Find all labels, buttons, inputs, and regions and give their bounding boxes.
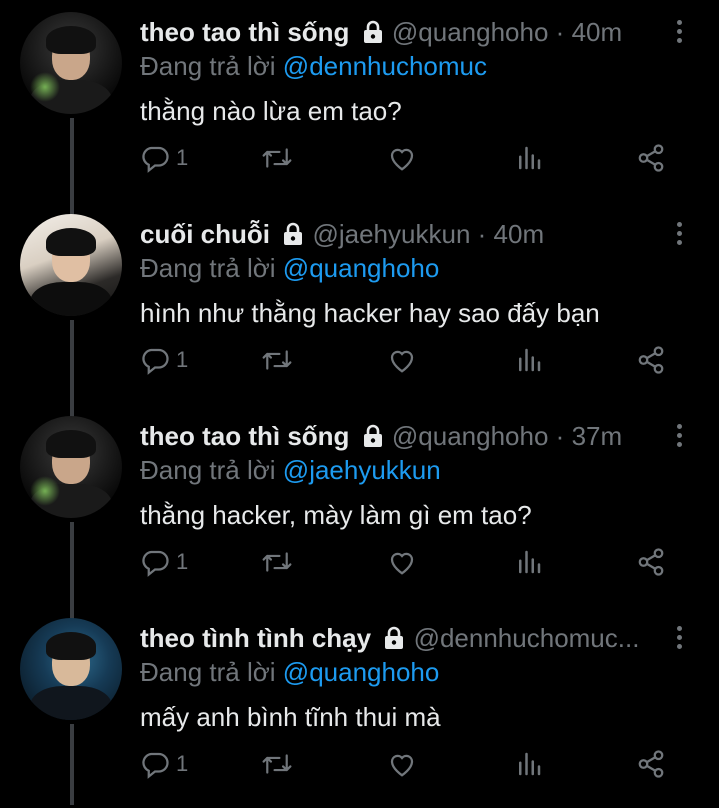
- reply-prefix: Đang trả lời: [140, 455, 276, 485]
- more-icon[interactable]: [677, 626, 683, 653]
- mention-link[interactable]: @quanghoho: [283, 657, 440, 687]
- timestamp[interactable]: 40m: [572, 17, 623, 47]
- retweet-button[interactable]: [260, 340, 294, 380]
- reply-button[interactable]: 1: [140, 138, 188, 178]
- separator-dot: ·: [555, 421, 565, 451]
- retweet-button[interactable]: [260, 744, 294, 784]
- handle[interactable]: @quanghoho: [392, 421, 549, 451]
- like-button[interactable]: [386, 744, 418, 784]
- retweet-icon: [260, 547, 294, 577]
- share-icon: [636, 547, 666, 577]
- avatar[interactable]: [20, 12, 122, 114]
- like-icon: [386, 749, 418, 779]
- share-icon: [636, 345, 666, 375]
- like-button[interactable]: [386, 542, 418, 582]
- display-name[interactable]: theo tao thì sống: [140, 421, 349, 451]
- analytics-button[interactable]: [514, 542, 544, 582]
- reply-icon: [140, 143, 170, 173]
- share-button[interactable]: [636, 744, 666, 784]
- reply-prefix: Đang trả lời: [140, 253, 276, 283]
- handle[interactable]: @jaehyukkun: [312, 219, 470, 249]
- action-bar: 1: [140, 542, 680, 582]
- handle[interactable]: @quanghoho: [392, 17, 549, 47]
- display-name[interactable]: theo tao thì sống: [140, 17, 349, 47]
- more-icon[interactable]: [677, 424, 683, 451]
- tweet[interactable]: theo tình tình chạy @dennhuchomuc... Đan…: [0, 606, 719, 808]
- share-icon: [636, 143, 666, 173]
- mention-link[interactable]: @dennhuchomuc: [283, 51, 487, 81]
- share-icon: [636, 749, 666, 779]
- separator-dot: ·: [555, 17, 565, 47]
- tweet[interactable]: cuối chuỗi @jaehyukkun · 40m Đang trả lờ…: [0, 202, 719, 404]
- reply-button[interactable]: 1: [140, 744, 188, 784]
- reply-count: 1: [176, 751, 189, 776]
- tweet-text: mấy anh bình tĩnh thui mà: [140, 702, 441, 732]
- retweet-icon: [260, 345, 294, 375]
- reply-icon: [140, 749, 170, 779]
- retweet-icon: [260, 143, 294, 173]
- avatar[interactable]: [20, 416, 122, 518]
- replying-to: Đang trả lời @dennhuchomuc: [140, 48, 487, 84]
- reply-prefix: Đang trả lời: [140, 51, 276, 81]
- separator-dot: ·: [477, 219, 487, 249]
- reply-count: 1: [176, 145, 189, 170]
- avatar[interactable]: [20, 618, 122, 720]
- analytics-icon: [514, 547, 544, 577]
- reply-button[interactable]: 1: [140, 542, 188, 582]
- mention-link[interactable]: @quanghoho: [283, 253, 440, 283]
- reply-count: 1: [176, 347, 189, 372]
- analytics-button[interactable]: [514, 340, 544, 380]
- more-icon[interactable]: [677, 20, 683, 47]
- display-name[interactable]: theo tình tình chạy: [140, 623, 371, 653]
- tweet-text: hình như thằng hacker hay sao đấy bạn: [140, 298, 600, 328]
- like-icon: [386, 345, 418, 375]
- timestamp[interactable]: 37m: [572, 421, 623, 451]
- tweet[interactable]: theo tao thì sống @quanghoho · 40m Đang …: [0, 0, 719, 202]
- reply-prefix: Đang trả lời: [140, 657, 276, 687]
- share-button[interactable]: [636, 542, 666, 582]
- mention-link[interactable]: @jaehyukkun: [283, 455, 441, 485]
- retweet-icon: [260, 749, 294, 779]
- reply-icon: [140, 547, 170, 577]
- replying-to: Đang trả lời @jaehyukkun: [140, 452, 441, 488]
- like-icon: [386, 143, 418, 173]
- reply-icon: [140, 345, 170, 375]
- analytics-icon: [514, 143, 544, 173]
- replying-to: Đang trả lời @quanghoho: [140, 654, 439, 690]
- analytics-button[interactable]: [514, 138, 544, 178]
- reply-button[interactable]: 1: [140, 340, 188, 380]
- more-icon[interactable]: [677, 222, 683, 249]
- tweet-text: thằng nào lừa em tao?: [140, 96, 402, 126]
- retweet-button[interactable]: [260, 138, 294, 178]
- retweet-button[interactable]: [260, 542, 294, 582]
- share-button[interactable]: [636, 138, 666, 178]
- tweet[interactable]: theo tao thì sống @quanghoho · 37m Đang …: [0, 404, 719, 606]
- like-button[interactable]: [386, 340, 418, 380]
- display-name[interactable]: cuối chuỗi: [140, 219, 270, 249]
- avatar[interactable]: [20, 214, 122, 316]
- reply-count: 1: [176, 549, 189, 574]
- handle[interactable]: @dennhuchomuc...: [414, 623, 640, 653]
- action-bar: 1: [140, 744, 680, 784]
- share-button[interactable]: [636, 340, 666, 380]
- action-bar: 1: [140, 340, 680, 380]
- timestamp[interactable]: 40m: [494, 219, 545, 249]
- action-bar: 1: [140, 138, 680, 178]
- replying-to: Đang trả lời @quanghoho: [140, 250, 439, 286]
- analytics-button[interactable]: [514, 744, 544, 784]
- tweet-text: thằng hacker, mày làm gì em tao?: [140, 500, 532, 530]
- analytics-icon: [514, 345, 544, 375]
- like-icon: [386, 547, 418, 577]
- like-button[interactable]: [386, 138, 418, 178]
- analytics-icon: [514, 749, 544, 779]
